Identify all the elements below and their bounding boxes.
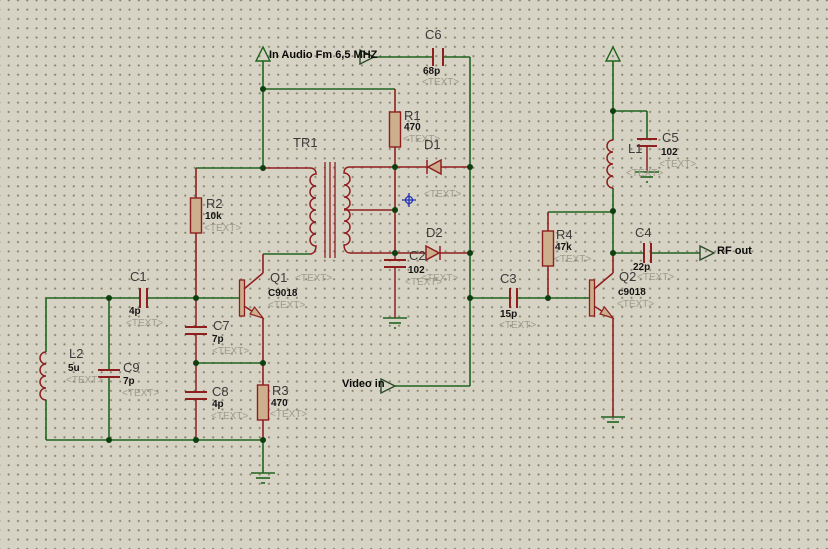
tr1-ref-label[interactable]: TR1 <box>293 136 318 150</box>
c5-value-label[interactable]: 102 <box>661 147 678 159</box>
l1-placeholder-label[interactable]: <TEXT> <box>626 168 663 180</box>
resistor-r1[interactable] <box>388 89 402 253</box>
r3-value-label[interactable]: 470 <box>271 398 288 410</box>
transformer-tr1[interactable] <box>263 162 395 258</box>
c1-value-label[interactable]: 4p <box>129 306 141 318</box>
c8-ref-label[interactable]: C8 <box>212 385 229 399</box>
c3-ref-label[interactable]: C3 <box>500 272 517 286</box>
rf-out-label[interactable]: RF out <box>717 245 752 258</box>
l1-ref-label[interactable]: L1 <box>628 142 642 156</box>
d1-placeholder-label[interactable]: <TEXT> <box>424 189 461 201</box>
q1-ref-label[interactable]: Q1 <box>270 271 287 285</box>
c8-placeholder-label[interactable]: <TEXT> <box>211 411 248 423</box>
c6-value-label[interactable]: 68p <box>423 66 440 78</box>
origin-marker-icon <box>402 193 416 207</box>
c1-placeholder-label[interactable]: <TEXT> <box>126 318 163 330</box>
q2-placeholder2-label[interactable]: <TEXT> <box>617 299 654 311</box>
q2-placeholder-label[interactable]: <TEXT> <box>637 272 674 284</box>
resistor-r4[interactable] <box>541 212 555 298</box>
q1-placeholder-label[interactable]: <TEXT> <box>295 273 332 285</box>
q2-value-label[interactable]: c9018 <box>618 287 646 299</box>
l2-placeholder-label[interactable]: <TEXT> <box>66 375 103 387</box>
r2-value-label[interactable]: 10k <box>205 211 222 223</box>
r4-placeholder-label[interactable]: <TEXT> <box>554 254 591 266</box>
video-in-label[interactable]: Video in <box>342 378 385 391</box>
c3-placeholder-label[interactable]: <TEXT> <box>499 320 536 332</box>
r3-placeholder-label[interactable]: <TEXT> <box>270 409 307 421</box>
q1-value-label[interactable]: C9018 <box>268 288 297 300</box>
c7-placeholder-label[interactable]: <TEXT> <box>212 346 249 358</box>
capacitor-c6[interactable] <box>432 48 444 66</box>
ground-symbol-q2[interactable] <box>601 416 625 428</box>
d2-ref-label[interactable]: D2 <box>426 226 443 240</box>
c5-placeholder-label[interactable]: <TEXT> <box>659 159 696 171</box>
capacitor-c7[interactable] <box>185 298 207 363</box>
r3-ref-label[interactable]: R3 <box>272 384 289 398</box>
capacitor-c2[interactable] <box>384 253 406 318</box>
resistor-r2[interactable] <box>189 168 203 298</box>
c4-ref-label[interactable]: C4 <box>635 226 652 240</box>
power-terminal-right[interactable] <box>604 45 622 62</box>
ground-symbol-c2[interactable] <box>383 317 407 329</box>
r2-ref-label[interactable]: R2 <box>206 197 223 211</box>
l2-value-label[interactable]: 5u <box>68 363 80 375</box>
rf-out-terminal-icon[interactable] <box>699 244 716 262</box>
c7-ref-label[interactable]: C7 <box>213 319 230 333</box>
r1-value-label[interactable]: 470 <box>404 122 421 134</box>
c6-ref-label[interactable]: C6 <box>425 28 442 42</box>
q1-placeholder2-label[interactable]: <TEXT> <box>268 300 305 312</box>
c7-value-label[interactable]: 7p <box>212 334 224 346</box>
r4-value-label[interactable]: 47k <box>555 242 572 254</box>
c9-placeholder-label[interactable]: <TEXT> <box>122 388 159 400</box>
diode-d2[interactable] <box>395 244 470 262</box>
c2-ref-label[interactable]: C2 <box>409 249 426 263</box>
capacitor-c8[interactable] <box>185 363 207 440</box>
c3-value-label[interactable]: 15p <box>500 309 517 321</box>
c4-value-label[interactable]: 22p <box>633 262 650 274</box>
c8-value-label[interactable]: 4p <box>212 399 224 411</box>
ground-symbol-r3[interactable] <box>251 440 275 484</box>
c9-value-label[interactable]: 7p <box>123 376 135 388</box>
l2-ref-label[interactable]: L2 <box>69 347 83 361</box>
c5-ref-label[interactable]: C5 <box>662 131 679 145</box>
resistor-r3[interactable] <box>256 363 270 440</box>
c1-ref-label[interactable]: C1 <box>130 270 147 284</box>
transistor-q2[interactable] <box>588 253 615 417</box>
capacitor-c4[interactable] <box>643 243 652 263</box>
power-terminal-left[interactable] <box>254 45 272 62</box>
c2-placeholder-label[interactable]: <TEXT> <box>405 277 442 289</box>
r1-ref-label[interactable]: R1 <box>404 109 421 123</box>
r2-placeholder-label[interactable]: <TEXT> <box>204 223 241 235</box>
c9-ref-label[interactable]: C9 <box>123 361 140 375</box>
d1-ref-label[interactable]: D1 <box>424 138 441 152</box>
inductor-l2[interactable] <box>39 351 47 401</box>
capacitor-c3[interactable] <box>509 288 518 308</box>
r4-ref-label[interactable]: R4 <box>556 228 573 242</box>
schematic-canvas[interactable]: In Audio Fm 6,5 MHZ Video in RF out C6 6… <box>0 0 828 549</box>
diode-d1[interactable] <box>395 158 470 176</box>
c6-placeholder-label[interactable]: <TEXT> <box>422 77 459 89</box>
capacitor-c1[interactable] <box>139 288 148 308</box>
inductor-l1[interactable] <box>606 139 614 189</box>
c2-value-label[interactable]: 102 <box>408 265 425 277</box>
audio-in-label[interactable]: In Audio Fm 6,5 MHZ <box>269 49 377 62</box>
